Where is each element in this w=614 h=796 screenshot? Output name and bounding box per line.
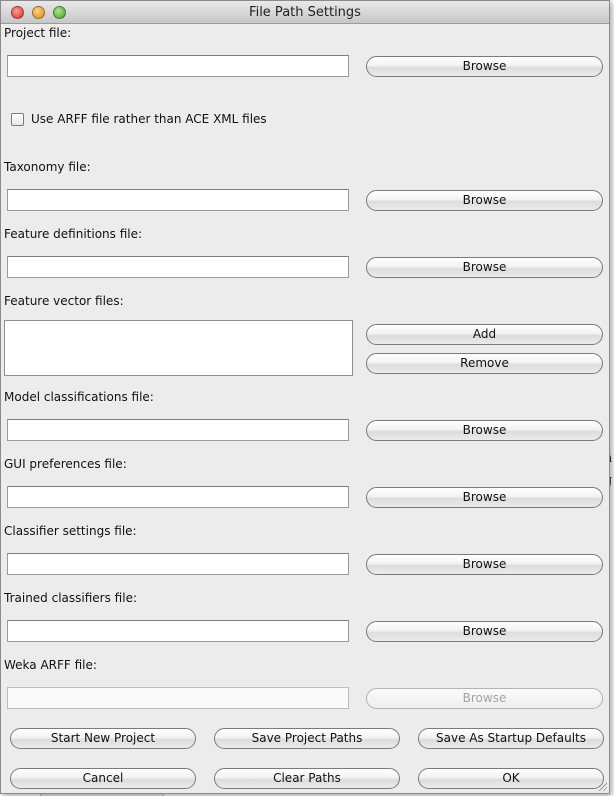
model-classifications-file-input[interactable] (7, 419, 349, 441)
weka-arff-file-input (7, 687, 349, 709)
project-file-browse-button[interactable]: Browse (366, 56, 603, 77)
cancel-button[interactable]: Cancel (10, 768, 196, 789)
classifier-settings-file-browse-button[interactable]: Browse (366, 554, 603, 575)
clear-paths-button[interactable]: Clear Paths (214, 768, 400, 789)
gui-preferences-file-input[interactable] (7, 486, 349, 508)
start-new-project-button[interactable]: Start New Project (10, 728, 196, 749)
model-classifications-file-label: Model classifications file: (4, 390, 154, 404)
weka-arff-file-browse-button: Browse (366, 688, 603, 709)
taxonomy-file-browse-button[interactable]: Browse (366, 190, 603, 211)
ok-button[interactable]: OK (418, 768, 604, 789)
save-as-startup-defaults-button[interactable]: Save As Startup Defaults (418, 728, 604, 749)
feature-definitions-file-browse-button[interactable]: Browse (366, 257, 603, 278)
weka-arff-file-label: Weka ARFF file: (4, 658, 97, 672)
taxonomy-file-input[interactable] (7, 189, 349, 211)
project-file-label: Project file: (4, 26, 72, 40)
feature-definitions-file-label: Feature definitions file: (4, 227, 143, 241)
add-feature-vector-file-button[interactable]: Add (366, 324, 603, 345)
gui-preferences-file-browse-button[interactable]: Browse (366, 487, 603, 508)
gui-preferences-file-label: GUI preferences file: (4, 457, 127, 471)
trained-classifiers-file-input[interactable] (7, 620, 349, 642)
feature-vector-files-label: Feature vector files: (4, 294, 124, 308)
taxonomy-file-label: Taxonomy file: (4, 160, 91, 174)
save-project-paths-button[interactable]: Save Project Paths (214, 728, 400, 749)
use-arff-checkbox-label[interactable]: Use ARFF file rather than ACE XML files (31, 112, 267, 126)
feature-vector-files-list[interactable] (4, 320, 353, 376)
trained-classifiers-file-browse-button[interactable]: Browse (366, 621, 603, 642)
window-title: File Path Settings (249, 5, 361, 20)
model-classifications-file-browse-button[interactable]: Browse (366, 420, 603, 441)
use-arff-checkbox[interactable] (11, 113, 24, 126)
title-bar[interactable]: File Path Settings (1, 1, 609, 24)
feature-definitions-file-input[interactable] (7, 256, 349, 278)
remove-feature-vector-file-button[interactable]: Remove (366, 353, 603, 374)
project-file-input[interactable] (7, 55, 349, 77)
classifier-settings-file-label: Classifier settings file: (4, 524, 137, 538)
file-path-settings-dialog: File Path Settings Project file: Browse … (0, 0, 610, 794)
classifier-settings-file-input[interactable] (7, 553, 349, 575)
trained-classifiers-file-label: Trained classifiers file: (4, 591, 137, 605)
